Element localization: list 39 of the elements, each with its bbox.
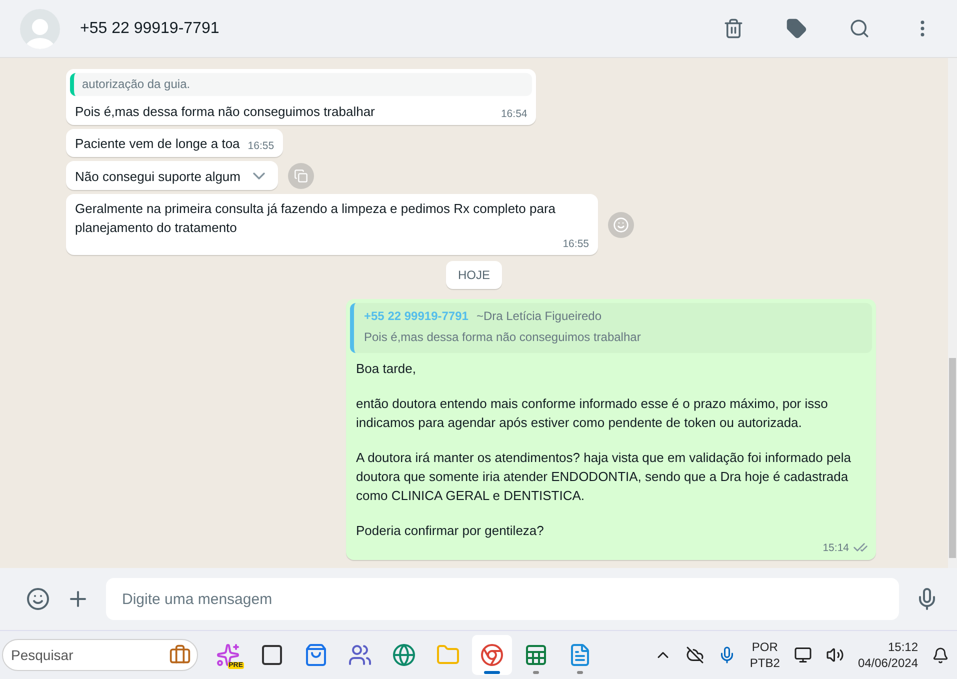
bell-icon[interactable] xyxy=(932,646,949,664)
app-icon xyxy=(304,643,328,667)
app-icon xyxy=(436,643,460,667)
app-icon xyxy=(480,643,504,667)
taskbar-app[interactable] xyxy=(472,635,512,675)
contact-name[interactable]: +55 22 99919-7791 xyxy=(80,20,685,38)
app-icon xyxy=(260,643,284,667)
language-indicator[interactable]: POR PTB2 xyxy=(750,639,780,671)
cloud-off-icon[interactable] xyxy=(686,646,704,664)
message-time: 16:55 xyxy=(562,237,589,251)
message-text: Não consegui suporte algum xyxy=(75,168,240,186)
message-text: Geralmente na primeira consulta já fazendo a limpeza e pedimos Rx completo para planejamento do tratamento xyxy=(75,200,557,237)
date-chip: HOJE xyxy=(446,261,502,289)
message-input[interactable]: Digite uma mensagem xyxy=(106,578,899,620)
clock[interactable]: 15:12 04/06/2024 xyxy=(858,639,918,671)
app-icon xyxy=(568,643,592,667)
quoted-message[interactable]: +55 22 99919-7791 ~Dra Letícia Figueiredo Pois é,mas dessa forma não conseguimos trabalhar xyxy=(350,303,872,353)
app-icon xyxy=(348,643,372,667)
app-icon xyxy=(524,643,548,667)
message-time: 16:55 xyxy=(246,139,274,153)
message-text: Boa tarde, xyxy=(356,360,417,378)
scrollbar-thumb[interactable] xyxy=(949,358,956,558)
speaker-icon[interactable] xyxy=(826,646,844,664)
message-text: Poderia confirmar por gentileza? xyxy=(356,522,545,540)
search-field[interactable]: Pesquisar xyxy=(2,639,198,671)
network-icon[interactable] xyxy=(794,646,812,664)
emoji-icon[interactable] xyxy=(26,587,50,611)
message-text: Pois é,mas dessa forma não conseguimos trabalhar xyxy=(75,103,375,121)
quoted-name: ~Dra Letícia Figueiredo xyxy=(476,309,602,323)
briefcase-icon xyxy=(169,644,191,666)
quoted-message: autorização da guia. xyxy=(70,73,532,96)
message-text: então doutora entendo mais conforme informado esse é o prazo máximo, por isso indicamos para agendar após estiver como pendente de token ou autorizada. xyxy=(356,395,829,432)
quoted-author: +55 22 99919-7791 xyxy=(364,309,468,323)
message-time: 16:54 xyxy=(500,107,528,121)
app-icon xyxy=(392,643,416,667)
quoted-text: Pois é,mas dessa forma não conseguimos trabalhar xyxy=(364,329,642,346)
message-time: 15:14 xyxy=(822,540,849,554)
message-text: A doutora irá manter os atendimentos? haja vista que em validação foi informado pela doutora que somente iria atender ENDODONTIA, sendo que a Dra hoje é cadastrada como CLINICA GERAL e DENTISTICA. xyxy=(356,449,852,505)
message-text: Paciente vem de longe a toa xyxy=(75,135,240,153)
